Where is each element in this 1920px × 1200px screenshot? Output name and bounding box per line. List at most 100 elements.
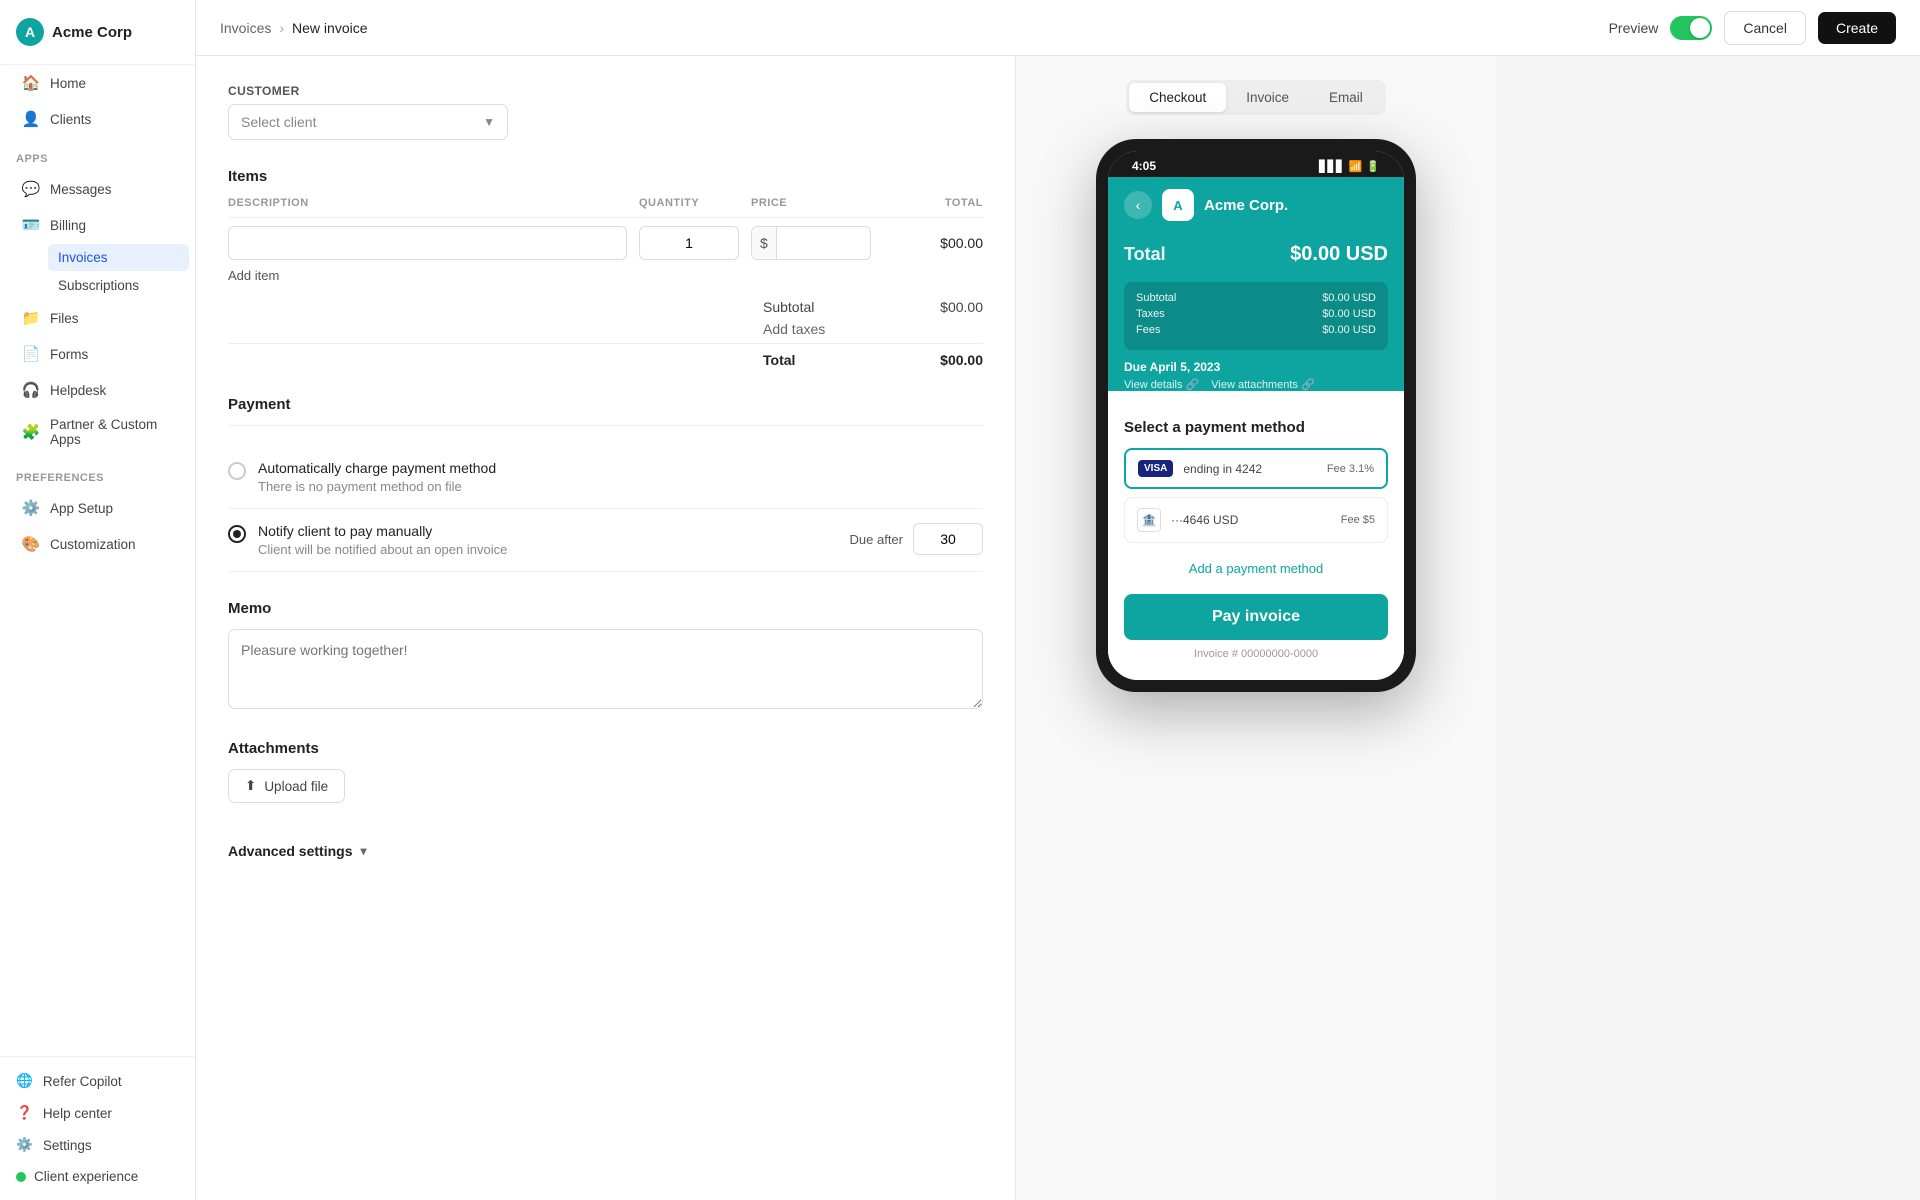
- total-label: Total: [763, 352, 795, 368]
- view-attachments-link[interactable]: View attachments 🔗: [1211, 378, 1314, 391]
- battery-icon: 🔋: [1366, 160, 1380, 173]
- col-price: PRICE: [751, 197, 871, 209]
- manual-option-desc: Client will be notified about an open in…: [258, 542, 838, 557]
- due-after-input[interactable]: [913, 523, 983, 555]
- sidebar-item-customization[interactable]: 🎨 Customization: [6, 527, 189, 561]
- col-quantity: QUANTITY: [639, 197, 739, 209]
- tab-checkout[interactable]: Checkout: [1129, 83, 1226, 112]
- helpdesk-icon: 🎧: [22, 381, 40, 399]
- client-select[interactable]: Select client ▼: [228, 104, 508, 140]
- sidebar-item-invoices[interactable]: Invoices: [48, 244, 189, 271]
- help-label: Help center: [43, 1106, 112, 1121]
- preview-toggle[interactable]: [1670, 16, 1712, 40]
- upload-icon: ⬆: [245, 778, 256, 794]
- price-prefix: $: [752, 227, 777, 259]
- sidebar-item-app-setup[interactable]: ⚙️ App Setup: [6, 491, 189, 525]
- phone-links: View details 🔗 View attachments 🔗: [1124, 378, 1388, 391]
- create-button[interactable]: Create: [1818, 12, 1896, 44]
- manual-radio[interactable]: [228, 525, 246, 543]
- payment-method-visa[interactable]: VISA ending in 4242 Fee 3.1%: [1124, 448, 1388, 489]
- add-taxes-inner[interactable]: Add taxes: [763, 321, 983, 337]
- phone-mockup: 4:05 ▋▋▋ 📶 🔋 ‹ A: [1096, 139, 1416, 692]
- sidebar-item-helpdesk[interactable]: 🎧 Helpdesk: [6, 373, 189, 407]
- sidebar: A Acme Corp 🏠 Home 👤 Clients Apps 💬 Mess…: [0, 0, 196, 1200]
- refer-icon: 🌐: [16, 1073, 33, 1089]
- help-icon: ❓: [16, 1105, 33, 1121]
- add-taxes-label: Add taxes: [763, 321, 825, 337]
- sidebar-item-help-center[interactable]: ❓ Help center: [0, 1097, 195, 1129]
- chevron-down-icon: ▼: [483, 115, 495, 129]
- total-value: $00.00: [940, 352, 983, 368]
- sidebar-item-refer[interactable]: 🌐 Refer Copilot: [0, 1065, 195, 1097]
- pay-invoice-button[interactable]: Pay invoice: [1124, 594, 1388, 640]
- phone-status-bar: 4:05 ▋▋▋ 📶 🔋: [1108, 151, 1404, 177]
- topbar-actions: Preview Cancel Create: [1609, 11, 1896, 45]
- sidebar-item-clients[interactable]: 👤 Clients: [6, 102, 189, 136]
- col-description: DESCRIPTION: [228, 197, 627, 209]
- sidebar-item-label: Billing: [50, 218, 86, 233]
- phone-fees-value: $0.00 USD: [1322, 324, 1376, 336]
- sidebar-item-billing[interactable]: 🪪 Billing: [6, 208, 189, 242]
- manual-option-text: Notify client to pay manually Client wil…: [258, 523, 838, 557]
- invoice-number: Invoice # 00000000-0000: [1124, 648, 1388, 664]
- payment-method-bank[interactable]: 🏦 ···4646 USD Fee $5: [1124, 497, 1388, 543]
- view-attachments-label: View attachments: [1211, 379, 1298, 391]
- item-price-input[interactable]: [777, 227, 847, 259]
- main-content: Invoices › New invoice Preview Cancel Cr…: [196, 0, 1920, 1200]
- sidebar-item-forms[interactable]: 📄 Forms: [6, 337, 189, 371]
- client-experience-item[interactable]: Client experience: [0, 1161, 195, 1192]
- bank-fee: Fee $5: [1341, 514, 1375, 526]
- items-title: Items: [228, 168, 983, 185]
- items-section: Items DESCRIPTION QUANTITY PRICE TOTAL $…: [228, 168, 983, 368]
- sidebar-item-home[interactable]: 🏠 Home: [6, 66, 189, 100]
- sidebar-item-label: Clients: [50, 112, 91, 127]
- settings-label: Settings: [43, 1138, 92, 1153]
- toggle-knob: [1690, 18, 1710, 38]
- add-payment-method-button[interactable]: Add a payment method: [1124, 551, 1388, 586]
- phone-total-amount: $0.00 USD: [1290, 243, 1388, 266]
- memo-textarea[interactable]: [228, 629, 983, 709]
- phone-taxes-row: Taxes $0.00 USD: [1136, 308, 1376, 320]
- upload-file-button[interactable]: ⬆ Upload file: [228, 769, 345, 803]
- back-arrow-icon[interactable]: ‹: [1124, 191, 1152, 219]
- settings-icon: ⚙️: [16, 1137, 33, 1153]
- phone-company-name: Acme Corp.: [1204, 197, 1288, 214]
- signal-icon: ▋▋▋: [1319, 160, 1344, 173]
- sidebar-item-label: Forms: [50, 347, 88, 362]
- client-select-placeholder: Select client: [241, 114, 316, 130]
- breadcrumb: Invoices › New invoice: [220, 20, 368, 36]
- app-setup-icon: ⚙️: [22, 499, 40, 517]
- sidebar-item-files[interactable]: 📁 Files: [6, 301, 189, 335]
- breadcrumb-parent[interactable]: Invoices: [220, 20, 271, 36]
- tab-invoice[interactable]: Invoice: [1226, 83, 1309, 112]
- visa-ending-text: ending in 4242: [1183, 462, 1262, 476]
- advanced-settings-label: Advanced settings: [228, 843, 352, 859]
- attachments-section: Attachments ⬆ Upload file: [228, 740, 983, 803]
- advanced-settings-toggle[interactable]: Advanced settings ▾: [228, 831, 983, 871]
- add-item-button[interactable]: Add item: [228, 268, 983, 283]
- sidebar-item-settings[interactable]: ⚙️ Settings: [0, 1129, 195, 1161]
- cancel-button[interactable]: Cancel: [1724, 11, 1806, 45]
- sidebar-item-partner-custom-apps[interactable]: 🧩 Partner & Custom Apps: [6, 409, 189, 455]
- sidebar-item-subscriptions[interactable]: Subscriptions: [48, 272, 189, 299]
- auto-option-title: Automatically charge payment method: [258, 460, 983, 476]
- view-details-link[interactable]: View details 🔗: [1124, 378, 1199, 391]
- due-after-label: Due after: [850, 532, 903, 547]
- wifi-icon: 📶: [1349, 160, 1363, 173]
- tab-email[interactable]: Email: [1309, 83, 1383, 112]
- items-table-header: DESCRIPTION QUANTITY PRICE TOTAL: [228, 197, 983, 218]
- attachments-title: Attachments: [228, 740, 983, 757]
- sidebar-item-label: Customization: [50, 537, 136, 552]
- item-description-input[interactable]: [228, 226, 627, 260]
- view-details-label: View details: [1124, 379, 1183, 391]
- auto-radio[interactable]: [228, 462, 246, 480]
- add-taxes-row: Add taxes: [228, 321, 983, 337]
- phone-company-logo: A: [1162, 189, 1194, 221]
- payment-option-manual: Notify client to pay manually Client wil…: [228, 509, 983, 572]
- sidebar-item-messages[interactable]: 💬 Messages: [6, 172, 189, 206]
- company-logo-area[interactable]: A Acme Corp: [0, 0, 195, 65]
- forms-icon: 📄: [22, 345, 40, 363]
- item-quantity-input[interactable]: [639, 226, 739, 260]
- form-panel: Customer Select client ▼ Items DESCRIPTI…: [196, 56, 1016, 1200]
- phone-nav: ‹ A Acme Corp.: [1124, 189, 1388, 221]
